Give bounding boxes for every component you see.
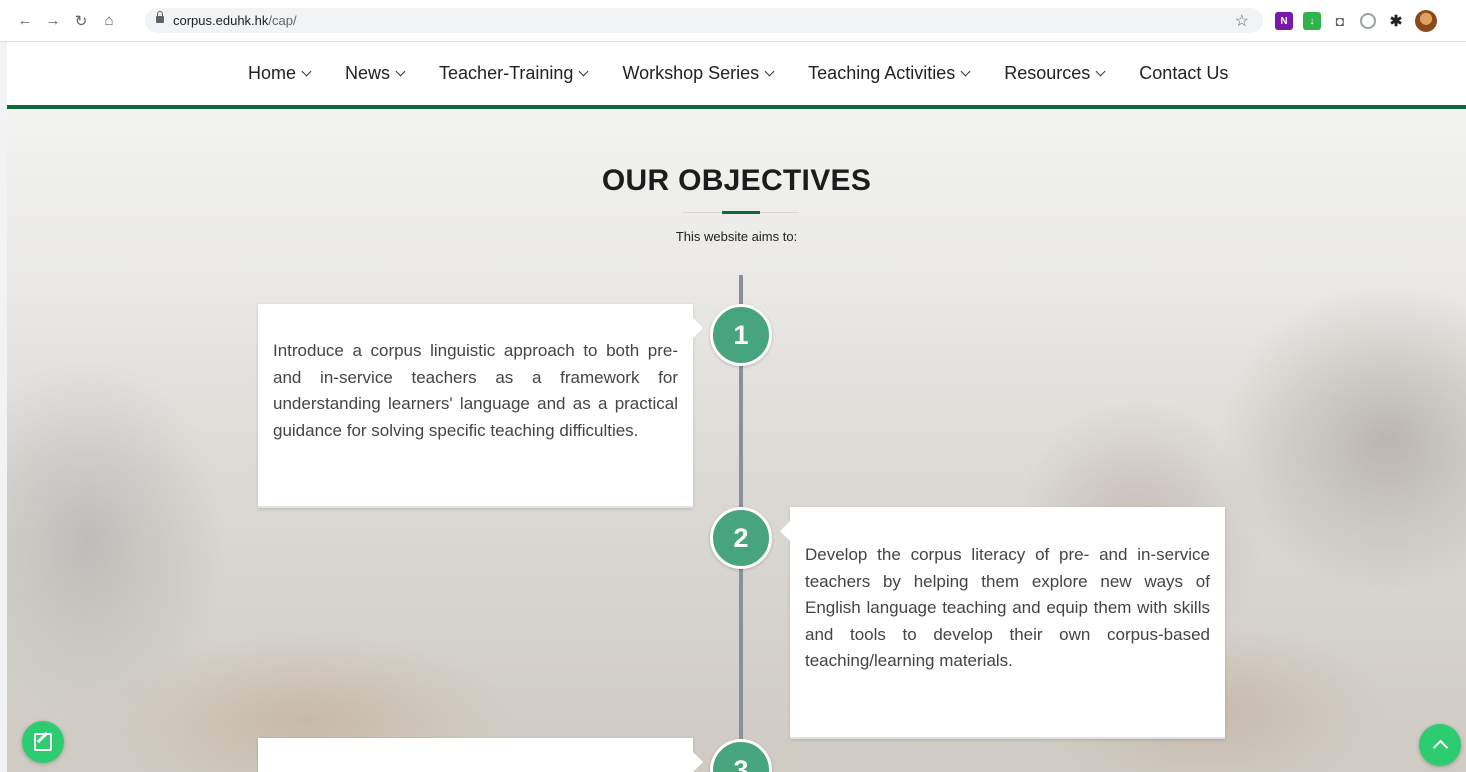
section-subtitle: This website aims to:	[675, 229, 798, 244]
objective-number-badge: 1	[710, 304, 772, 366]
main-menu: Home News Teacher-Training Workshop Seri…	[248, 42, 1263, 105]
chevron-down-icon	[578, 66, 589, 76]
nav-item-teacher-training[interactable]: Teacher-Training	[439, 63, 589, 84]
chevron-up-icon	[1432, 739, 1448, 756]
objective-card-1: Introduce a corpus linguistic approach t…	[258, 304, 703, 508]
chevron-down-icon	[395, 66, 406, 76]
chevron-down-icon	[1095, 66, 1106, 76]
nav-item-label: Resources	[1004, 63, 1091, 83]
reload-icon[interactable]: ↻	[70, 10, 92, 32]
download-extension-icon[interactable]: ↓	[1303, 12, 1321, 30]
home-icon[interactable]: ⌂	[98, 10, 120, 32]
url-path: /cap/	[268, 13, 297, 28]
objective-text: Introduce a corpus linguistic approach t…	[273, 341, 678, 440]
objective-text: Develop the corpus literacy of pre- and …	[805, 545, 1210, 670]
objectives-section: OUR OBJECTIVES This website aims to: Int…	[7, 109, 1466, 772]
title-accent-bar	[722, 211, 760, 214]
edit-floating-button[interactable]	[22, 721, 64, 763]
section-title: OUR OBJECTIVES	[601, 164, 872, 197]
chevron-down-icon	[301, 66, 312, 76]
extensions-bar: N ↓ ◘ ✱	[1275, 10, 1437, 32]
objective-number-badge: 2	[710, 507, 772, 569]
lock-icon	[156, 11, 164, 25]
onenote-extension-icon[interactable]: N	[1275, 12, 1293, 30]
chevron-down-icon	[960, 66, 971, 76]
nav-item-teaching-activities[interactable]: Teaching Activities	[808, 63, 971, 84]
camera-extension-icon[interactable]: ◘	[1331, 12, 1349, 30]
back-arrow-icon[interactable]: ←	[14, 10, 36, 32]
objective-card-3	[258, 738, 703, 772]
nav-item-contact-us[interactable]: Contact Us	[1139, 63, 1228, 84]
nav-item-label: Workshop Series	[622, 63, 760, 83]
nav-item-label: Teaching Activities	[808, 63, 956, 83]
edit-icon	[34, 733, 52, 751]
nav-item-label: Contact Us	[1139, 63, 1229, 83]
objective-number-badge: 3	[710, 739, 772, 772]
nav-item-label: Teacher-Training	[439, 63, 574, 83]
nav-item-home[interactable]: Home	[248, 63, 312, 84]
browser-toolbar: ← → ↻ ⌂ corpus.eduhk.hk/cap/ ☆ N ↓ ◘ ✱	[0, 0, 1466, 42]
scroll-to-top-button[interactable]	[1419, 724, 1461, 766]
address-bar[interactable]: corpus.eduhk.hk/cap/ ☆	[145, 8, 1263, 33]
nav-item-resources[interactable]: Resources	[1004, 63, 1106, 84]
profile-avatar[interactable]	[1415, 10, 1437, 32]
circle-extension-icon[interactable]	[1359, 12, 1377, 30]
objective-card-2: Develop the corpus literacy of pre- and …	[780, 507, 1225, 739]
nav-item-workshop-series[interactable]: Workshop Series	[622, 63, 775, 84]
extensions-puzzle-icon[interactable]: ✱	[1387, 12, 1405, 30]
nav-item-news[interactable]: News	[345, 63, 406, 84]
bookmark-star-icon[interactable]: ☆	[1235, 11, 1249, 31]
nav-item-label: News	[345, 63, 391, 83]
nav-item-label: Home	[248, 63, 297, 83]
forward-arrow-icon[interactable]: →	[42, 10, 64, 32]
chevron-down-icon	[764, 66, 775, 76]
url-text: corpus.eduhk.hk/cap/	[173, 13, 297, 28]
site-navigation: Home News Teacher-Training Workshop Seri…	[7, 42, 1466, 109]
url-host: corpus.eduhk.hk	[173, 13, 269, 28]
